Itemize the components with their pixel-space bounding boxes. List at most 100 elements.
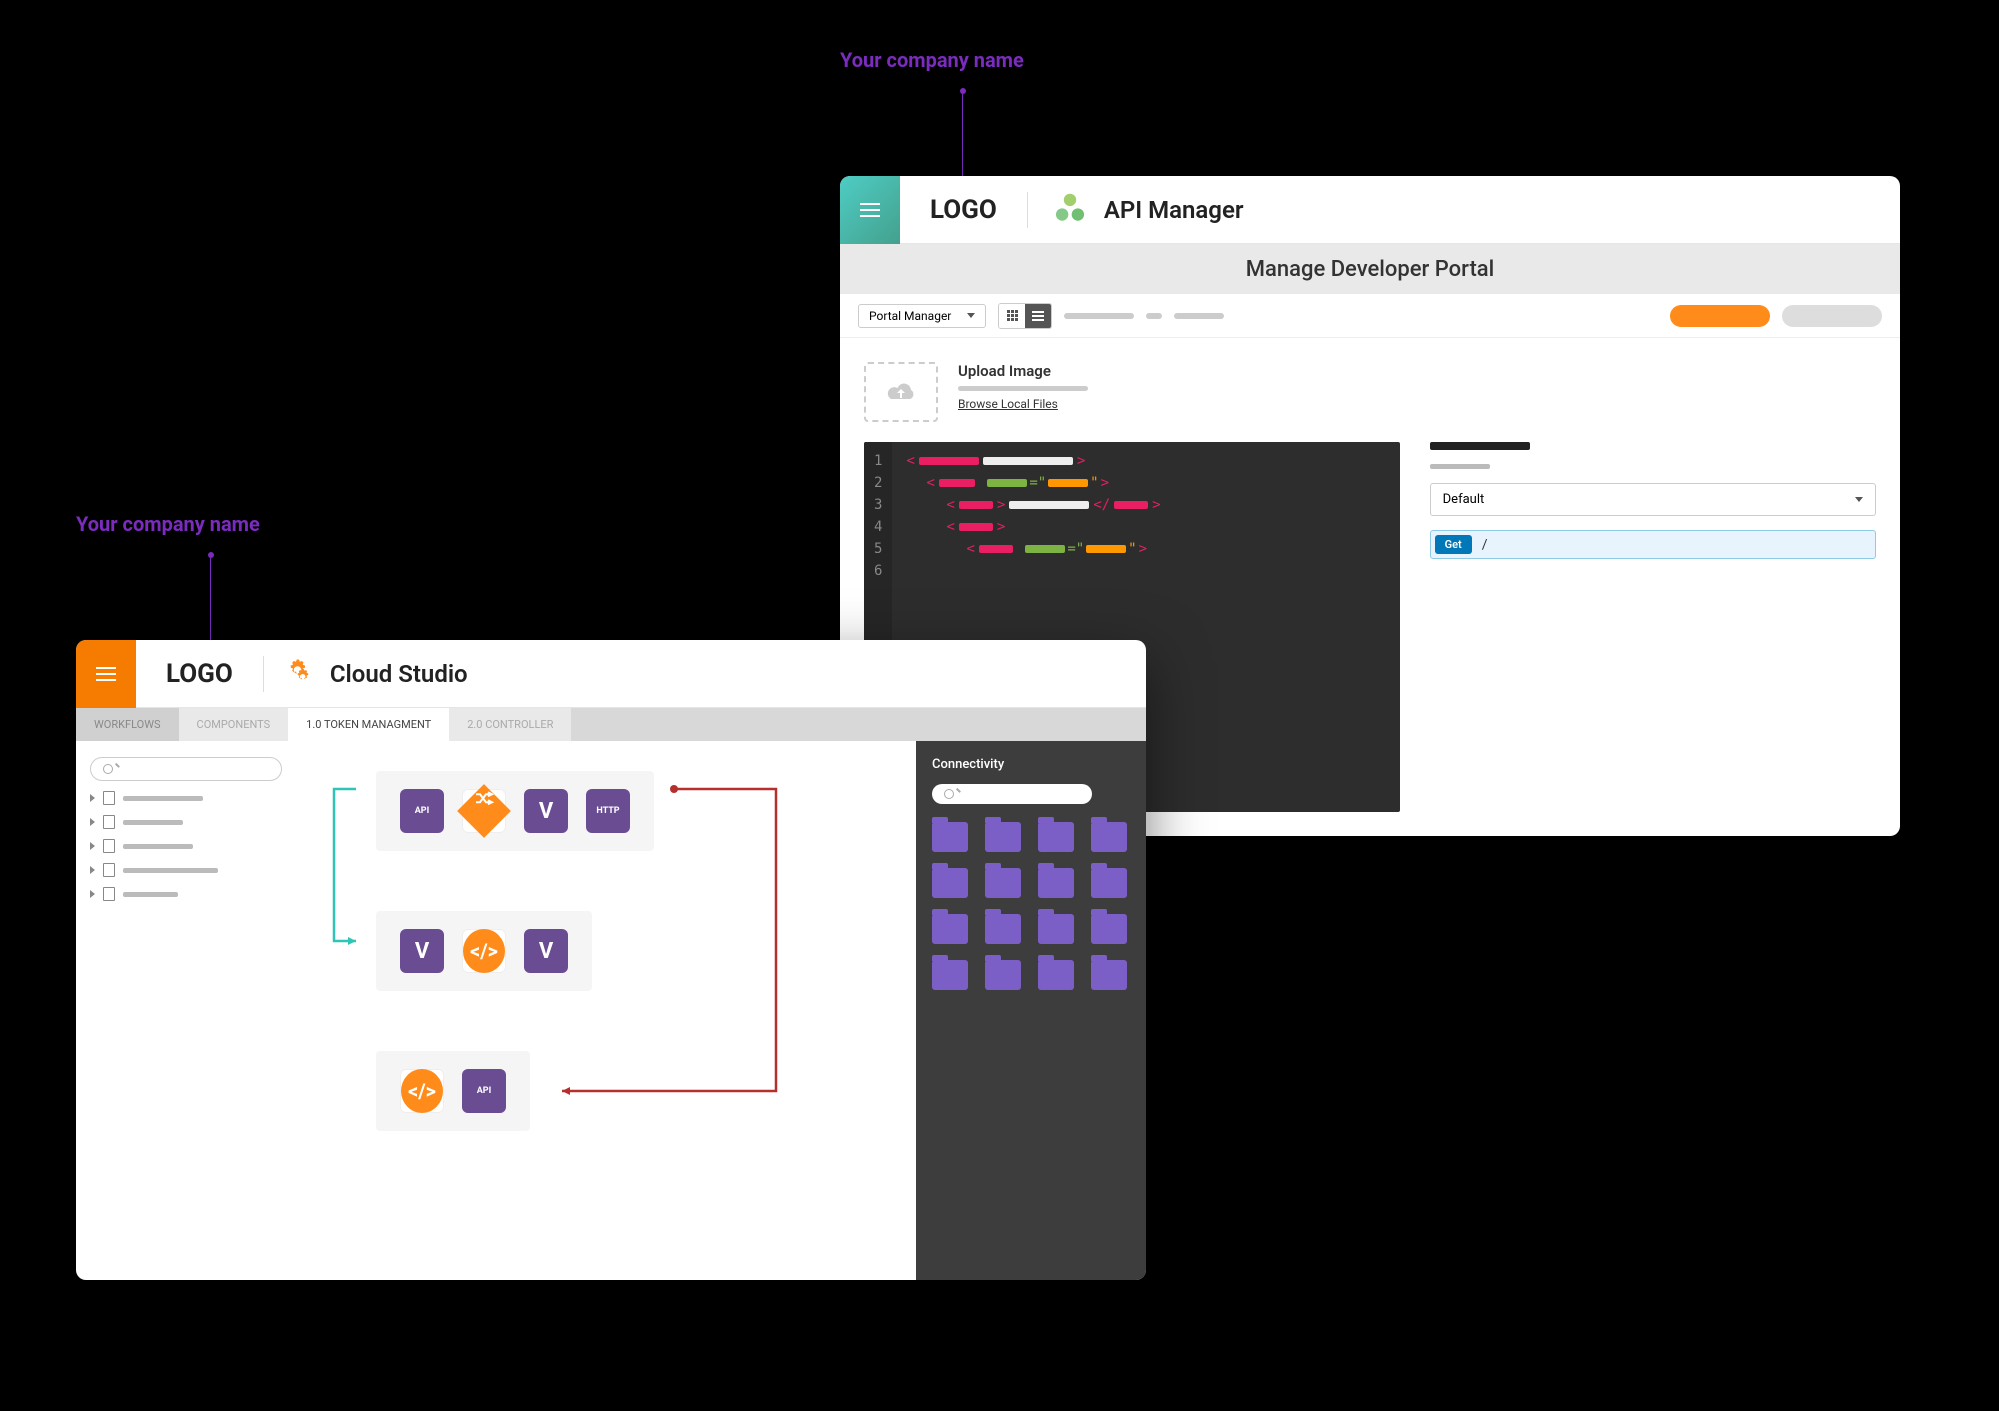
toolbar-placeholder (1064, 313, 1134, 319)
connector-folder[interactable] (985, 868, 1021, 898)
api-node[interactable]: API (462, 1069, 506, 1113)
connector-folder[interactable] (932, 822, 968, 852)
grid-view-button[interactable] (999, 304, 1025, 328)
cloud-studio-window: LOGO Cloud Studio WORKFLOWS COMPONENTS 1… (76, 640, 1146, 1280)
tree-item[interactable] (90, 815, 282, 829)
callout-line (962, 94, 963, 176)
workflow-canvas[interactable]: API V HTTP V </> V </> (296, 741, 916, 1280)
tree-search-input[interactable] (90, 757, 282, 781)
page-title: Manage Developer Portal (840, 244, 1900, 294)
theme-select[interactable]: Default (1430, 483, 1876, 516)
upload-section: Upload Image Browse Local Files (864, 362, 1876, 422)
variable-node[interactable]: V (524, 929, 568, 973)
connector-folder[interactable] (1038, 960, 1074, 990)
connector-folder[interactable] (1038, 822, 1074, 852)
gear-icon (284, 658, 316, 690)
endpoint-row[interactable]: Get / (1430, 530, 1876, 559)
connector-folder[interactable] (932, 914, 968, 944)
toolbar: Portal Manager (840, 294, 1900, 338)
tree-label-placeholder (123, 796, 203, 801)
tree-item[interactable] (90, 863, 282, 877)
api-node[interactable]: API (400, 789, 444, 833)
list-icon (1032, 315, 1044, 317)
workflow-row: </> API (376, 1051, 530, 1131)
cs-header: LOGO Cloud Studio (76, 640, 1146, 708)
hamburger-icon (96, 673, 116, 675)
http-method-badge: Get (1435, 535, 1472, 554)
chevron-right-icon (90, 842, 95, 850)
project-tree (76, 741, 296, 1280)
folder-grid (932, 816, 1130, 990)
variable-node[interactable]: V (400, 929, 444, 973)
connector-folder[interactable] (932, 960, 968, 990)
tree-item[interactable] (90, 791, 282, 805)
cloud-upload-icon (884, 379, 918, 405)
script-node[interactable]: </> (400, 1069, 444, 1113)
endpoint-path: / (1482, 537, 1488, 553)
callout-api-company: Your company name (840, 48, 1024, 72)
connector-folder[interactable] (985, 822, 1021, 852)
connector-folder[interactable] (985, 914, 1021, 944)
header-divider (263, 656, 264, 692)
connector-folder[interactable] (1091, 822, 1127, 852)
connector-folder[interactable] (985, 960, 1021, 990)
menu-button[interactable] (840, 176, 900, 244)
file-icon (103, 863, 115, 877)
tree-label-placeholder (123, 844, 193, 849)
connector-folder[interactable] (1091, 914, 1127, 944)
workflow-row: API V HTTP (376, 771, 654, 851)
variable-node[interactable]: V (524, 789, 568, 833)
config-header (1430, 442, 1530, 450)
file-icon (103, 839, 115, 853)
primary-action-button[interactable] (1670, 305, 1770, 327)
callout-cs-company: Your company name (76, 512, 260, 536)
tab-controller[interactable]: 2.0 CONTROLLER (449, 708, 571, 741)
chevron-down-icon (1855, 497, 1863, 502)
chevron-right-icon (90, 794, 95, 802)
tree-label-placeholder (123, 868, 218, 873)
connector-folder[interactable] (932, 868, 968, 898)
connector-folder[interactable] (1038, 868, 1074, 898)
callout-dot (208, 552, 214, 558)
http-node[interactable]: HTTP (586, 789, 630, 833)
chevron-right-icon (90, 818, 95, 826)
tab-workflows[interactable]: WORKFLOWS (76, 708, 179, 741)
script-node[interactable]: </> (462, 929, 506, 973)
tree-item[interactable] (90, 839, 282, 853)
list-view-button[interactable] (1025, 304, 1051, 328)
file-icon (103, 791, 115, 805)
config-subheader (1430, 464, 1490, 469)
search-icon (944, 789, 959, 799)
upload-placeholder (958, 386, 1088, 391)
shuffle-icon (474, 788, 494, 808)
connector-folder[interactable] (1091, 868, 1127, 898)
connector-folder[interactable] (1091, 960, 1127, 990)
config-panel: Default Get / (1430, 442, 1876, 812)
header-divider (1027, 192, 1028, 228)
tree-item[interactable] (90, 887, 282, 901)
upload-title: Upload Image (958, 362, 1088, 380)
app-title: API Manager (1104, 196, 1244, 224)
upload-meta: Upload Image Browse Local Files (958, 362, 1088, 411)
portal-manager-dropdown[interactable]: Portal Manager (858, 304, 986, 328)
app-title: Cloud Studio (330, 660, 468, 688)
menu-button[interactable] (76, 640, 136, 708)
toolbar-placeholder (1146, 313, 1162, 319)
upload-dropzone[interactable] (864, 362, 938, 422)
file-icon (103, 887, 115, 901)
tab-token-management[interactable]: 1.0 TOKEN MANAGMENT (288, 708, 449, 741)
decision-node[interactable] (462, 789, 506, 833)
dropdown-label: Portal Manager (869, 309, 951, 323)
company-logo: LOGO (136, 659, 263, 689)
tab-components[interactable]: COMPONENTS (179, 708, 289, 741)
palette-search-input[interactable] (932, 784, 1092, 804)
browse-files-link[interactable]: Browse Local Files (958, 397, 1088, 411)
connector-folder[interactable] (1038, 914, 1074, 944)
search-icon (103, 764, 118, 774)
workflow-row: V </> V (376, 911, 592, 991)
file-icon (103, 815, 115, 829)
secondary-action-button[interactable] (1782, 305, 1882, 327)
callout-line (210, 558, 211, 640)
palette-title: Connectivity (932, 757, 1130, 772)
tree-label-placeholder (123, 820, 183, 825)
